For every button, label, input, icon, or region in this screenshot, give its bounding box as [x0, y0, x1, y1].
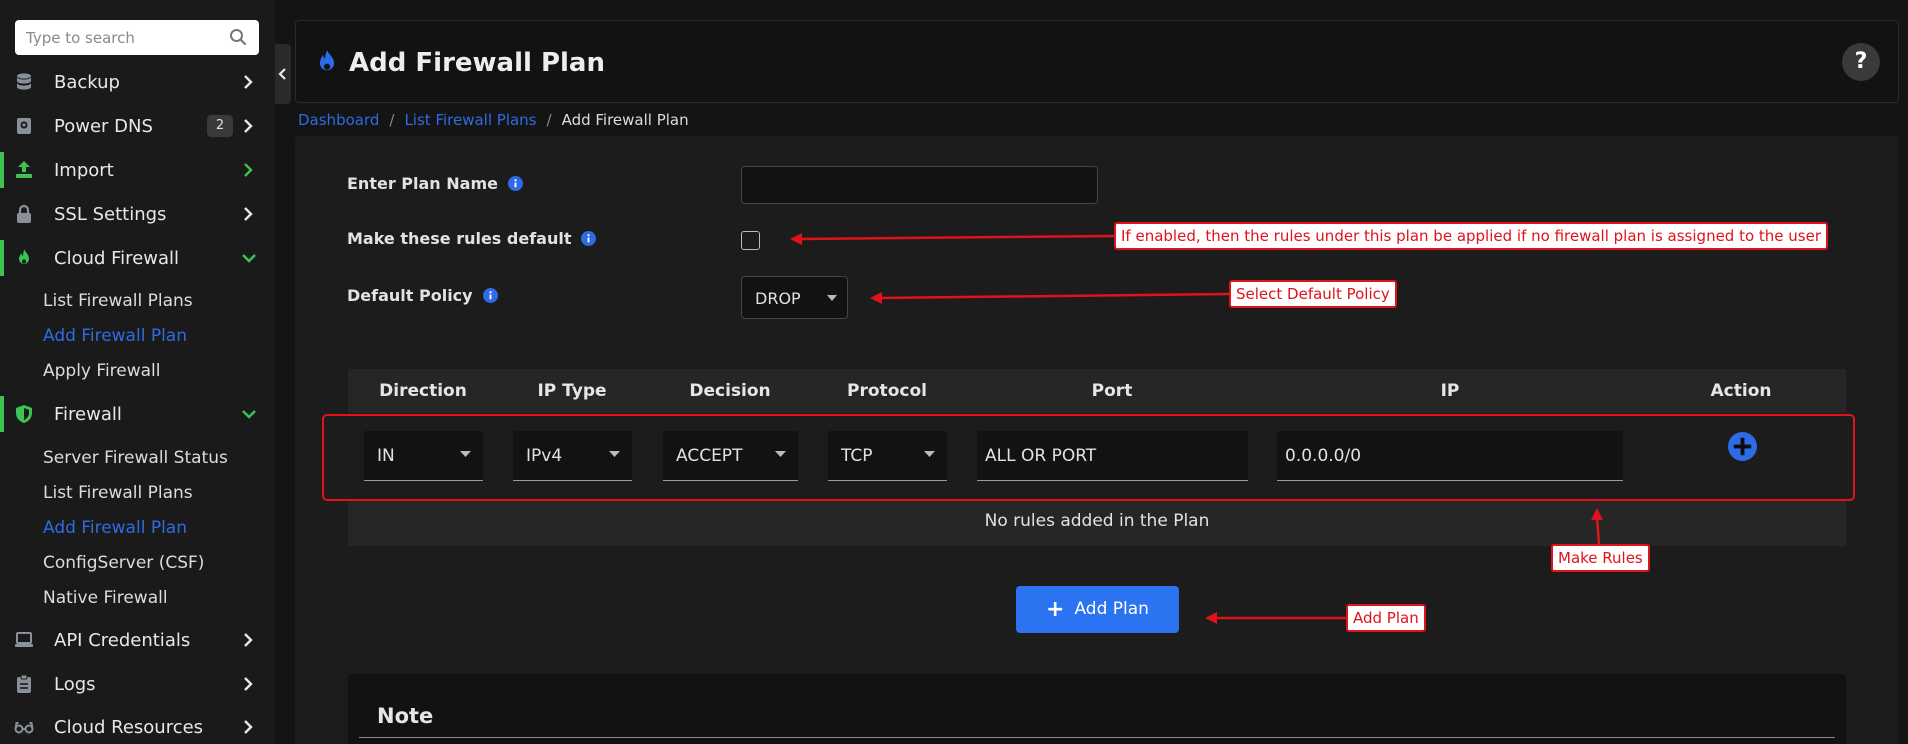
sidebar-item-power-dns[interactable]: Power DNS 2: [0, 106, 275, 146]
plus-icon: +: [1046, 597, 1065, 622]
column-header-ip: IP: [1440, 381, 1460, 401]
default-policy-select[interactable]: DROP: [741, 276, 848, 319]
info-icon[interactable]: [507, 176, 523, 191]
annotation-make-rules: Make Rules: [1551, 544, 1650, 572]
add-plan-button-label: Add Plan: [1074, 599, 1149, 619]
chevron-down-icon: [242, 410, 256, 419]
clipboard-icon: [17, 674, 31, 693]
annotation-default-policy: Select Default Policy: [1229, 280, 1397, 308]
default-policy-label: Default Policy: [347, 286, 498, 305]
search-input[interactable]: [15, 20, 225, 55]
glasses-icon: [14, 722, 34, 734]
breadcrumb: Dashboard / List Firewall Plans / Add Firewa…: [298, 111, 689, 129]
sidebar-item-logs[interactable]: Logs: [0, 664, 275, 704]
default-policy-label-text: Default Policy: [347, 286, 473, 305]
empty-rules-row: No rules added in the Plan: [348, 499, 1846, 546]
sub-item-add-firewall-plan[interactable]: Add Firewall Plan: [43, 518, 187, 538]
default-rules-label: Make these rules default: [347, 229, 597, 248]
plan-name-input[interactable]: [741, 166, 1098, 204]
column-header-port: Port: [1091, 381, 1133, 401]
rules-table-header: Direction IP Type Decision Protocol Port…: [348, 369, 1846, 413]
sidebar-item-label: Logs: [54, 674, 96, 695]
sidebar-item-api-credentials[interactable]: API Credentials: [0, 620, 275, 660]
sub-item-configserver-csf[interactable]: ConfigServer (CSF): [43, 553, 204, 573]
upload-icon: [16, 161, 32, 178]
breadcrumb-separator: /: [546, 111, 552, 129]
chevron-right-icon: [244, 677, 253, 691]
sidebar-item-label: SSL Settings: [54, 204, 167, 225]
note-divider: [359, 737, 1835, 738]
info-icon[interactable]: [482, 288, 498, 303]
help-button[interactable]: ?: [1842, 43, 1880, 81]
breadcrumb-list-firewall-plans[interactable]: List Firewall Plans: [404, 111, 536, 129]
plan-name-label: Enter Plan Name: [347, 174, 523, 193]
empty-rules-text: No rules added in the Plan: [984, 511, 1210, 531]
flame-icon: [19, 249, 29, 264]
page-title: Add Firewall Plan: [349, 48, 605, 78]
sidebar-item-label: Cloud Firewall: [54, 248, 180, 269]
laptop-icon: [15, 632, 33, 647]
chevron-right-icon: [244, 75, 253, 89]
chevron-right-icon: [244, 119, 253, 133]
sidebar-item-label: Firewall: [54, 404, 122, 425]
chevron-right-icon: [244, 163, 253, 177]
sub-item-native-firewall[interactable]: Native Firewall: [43, 588, 168, 608]
sub-item-add-firewall-plan[interactable]: Add Firewall Plan: [43, 326, 187, 346]
search-box: [15, 20, 259, 55]
sidebar-item-backup[interactable]: Backup: [0, 62, 275, 102]
sub-item-apply-firewall[interactable]: Apply Firewall: [43, 361, 161, 381]
breadcrumb-dashboard[interactable]: Dashboard: [298, 111, 379, 129]
plan-name-label-text: Enter Plan Name: [347, 174, 498, 193]
column-header-decision: Decision: [689, 381, 771, 401]
column-header-direction: Direction: [379, 381, 467, 401]
dns-icon: [17, 118, 31, 134]
page-header: Add Firewall Plan ?: [295, 20, 1899, 103]
annotation-default-rules: If enabled, then the rules under this pl…: [1114, 222, 1829, 250]
flame-icon: [319, 50, 335, 71]
sidebar-item-cloud-resources[interactable]: Cloud Resources: [0, 707, 275, 744]
dns-count-badge: 2: [207, 115, 233, 137]
sidebar-item-label: Power DNS: [54, 116, 153, 137]
database-icon: [17, 73, 31, 90]
sub-item-list-firewall-plans[interactable]: List Firewall Plans: [43, 483, 193, 503]
chevron-left-icon: [278, 68, 286, 80]
default-rules-checkbox[interactable]: [741, 231, 760, 250]
chevron-right-icon: [244, 720, 253, 734]
chevron-right-icon: [244, 633, 253, 647]
column-header-action: Action: [1710, 381, 1772, 401]
caret-down-icon: [827, 295, 837, 301]
annotation-add-plan: Add Plan: [1346, 604, 1426, 632]
breadcrumb-current: Add Firewall Plan: [561, 111, 689, 129]
note-section: Note: [348, 674, 1846, 744]
sub-item-list-firewall-plans[interactable]: List Firewall Plans: [43, 291, 193, 311]
chevron-right-icon: [244, 207, 253, 221]
sidebar-collapse-toggle[interactable]: [275, 44, 291, 104]
breadcrumb-separator: /: [389, 111, 395, 129]
sidebar-item-ssl-settings[interactable]: SSL Settings: [0, 194, 275, 234]
sub-item-server-firewall-status[interactable]: Server Firewall Status: [43, 448, 228, 468]
sidebar-item-label: Import: [54, 160, 114, 181]
sidebar-item-label: Backup: [54, 72, 120, 93]
sidebar-item-label: Cloud Resources: [54, 717, 204, 738]
sidebar-item-firewall[interactable]: Firewall: [0, 394, 275, 434]
make-rules-highlight-frame: [322, 414, 1855, 501]
default-policy-value: DROP: [755, 289, 801, 308]
shield-icon: [16, 405, 32, 423]
chevron-down-icon: [242, 254, 256, 263]
sidebar: Backup Power DNS 2 Import SSL Settings C…: [0, 0, 275, 744]
sidebar-item-label: API Credentials: [54, 630, 191, 651]
sidebar-item-import[interactable]: Import: [0, 150, 275, 190]
default-rules-label-text: Make these rules default: [347, 229, 572, 248]
column-header-ip-type: IP Type: [537, 381, 607, 401]
info-icon[interactable]: [581, 231, 597, 246]
search-icon[interactable]: [229, 28, 247, 46]
sidebar-item-cloud-firewall[interactable]: Cloud Firewall: [0, 238, 275, 278]
note-title: Note: [377, 704, 434, 728]
add-plan-button[interactable]: + Add Plan: [1016, 586, 1179, 633]
lock-icon: [17, 204, 31, 223]
column-header-protocol: Protocol: [847, 381, 927, 401]
